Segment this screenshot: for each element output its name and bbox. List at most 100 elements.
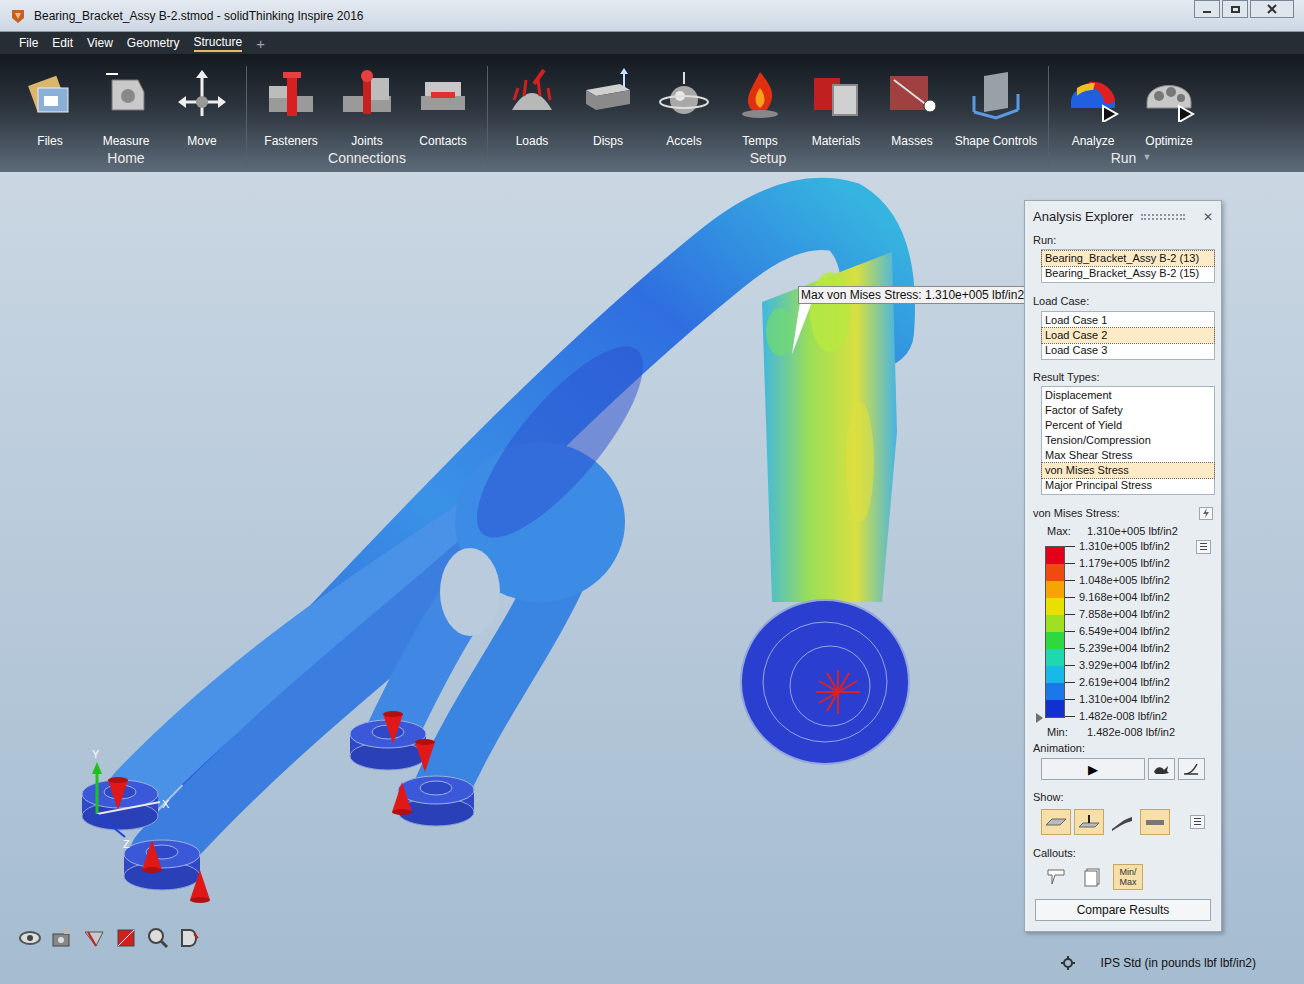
result-type-list-item[interactable]: Factor of Safety xyxy=(1042,403,1214,418)
load-case-list: Load Case 1Load Case 2Load Case 3 xyxy=(1041,311,1215,360)
fasteners-icon xyxy=(263,66,319,122)
show-option-icon xyxy=(1110,813,1134,831)
ribbon-button[interactable]: Fasteners xyxy=(253,66,329,148)
run-list: Bearing_Bracket_Assy B-2 (13)Bearing_Bra… xyxy=(1041,249,1215,283)
speed-button[interactable] xyxy=(1148,758,1175,780)
curve-button[interactable] xyxy=(1178,758,1205,780)
ribbon-button[interactable]: Masses xyxy=(874,66,950,148)
callout-button[interactable] xyxy=(1077,864,1107,890)
rabbit-icon xyxy=(1152,762,1170,776)
minimize-button[interactable] xyxy=(1194,0,1220,18)
view-tool-icon[interactable] xyxy=(178,926,202,950)
svg-text:Y: Y xyxy=(92,748,100,760)
view-tool-icon[interactable] xyxy=(146,926,170,950)
ribbon-button[interactable]: Loads xyxy=(494,66,570,148)
close-window-button[interactable] xyxy=(1250,0,1294,18)
units-gear-icon[interactable] xyxy=(1061,956,1075,970)
view-tool-icon[interactable] xyxy=(50,926,74,950)
app-icon xyxy=(10,8,26,24)
menu-item[interactable]: Edit xyxy=(52,35,73,51)
ribbon-button[interactable]: Joints xyxy=(329,66,405,148)
color-segment xyxy=(1046,564,1064,581)
lightning-icon[interactable] xyxy=(1199,507,1213,520)
ribbon-button[interactable]: Accels xyxy=(646,66,722,148)
color-segment xyxy=(1046,598,1064,615)
animation-label: Animation: xyxy=(1025,740,1221,757)
ribbon-separator xyxy=(1048,66,1049,166)
result-type-list-item[interactable]: Tension/Compression xyxy=(1042,433,1214,448)
menu-item[interactable]: Geometry xyxy=(127,35,180,51)
result-type-list-item[interactable]: Displacement xyxy=(1042,388,1214,403)
ribbon-button[interactable]: Move xyxy=(164,66,240,148)
show-option-icon xyxy=(1143,813,1167,831)
close-button[interactable]: ✕ xyxy=(1203,211,1213,223)
ribbon-group: FastenersJointsContacts Connections xyxy=(253,66,481,166)
color-bar xyxy=(1045,546,1065,718)
ribbon-button[interactable]: Disps xyxy=(570,66,646,148)
add-ribbon-button[interactable]: + xyxy=(256,36,265,51)
menu-item[interactable]: View xyxy=(87,35,113,51)
result-type-list-item[interactable]: Major Principal Stress xyxy=(1042,478,1214,493)
run-list-item[interactable]: Bearing_Bracket_Assy B-2 (13) xyxy=(1042,251,1214,266)
ribbon-button[interactable]: Analyze xyxy=(1055,66,1131,148)
view-tool-icon[interactable] xyxy=(82,926,106,950)
ribbon-button[interactable]: Optimize xyxy=(1131,66,1207,148)
load-case-list-item[interactable]: Load Case 1 xyxy=(1042,313,1214,328)
panel-header: Analysis Explorer✕ xyxy=(1025,201,1221,230)
masses-icon xyxy=(884,66,940,122)
ribbon-button[interactable]: Measure xyxy=(88,66,164,148)
window-title: Bearing_Bracket_Assy B-2.stmod - solidTh… xyxy=(34,7,364,25)
compare-results-button[interactable]: Compare Results xyxy=(1035,899,1211,921)
load-case-list-item[interactable]: Load Case 3 xyxy=(1042,343,1214,358)
menu-item[interactable]: File xyxy=(19,35,38,51)
play-button[interactable]: ▶ xyxy=(1041,758,1145,780)
run-list-item[interactable]: Bearing_Bracket_Assy B-2 (15) xyxy=(1042,266,1214,281)
ribbon-button[interactable]: Materials xyxy=(798,66,874,148)
menu-item[interactable]: Structure xyxy=(194,34,243,52)
ribbon-group-label: Connections xyxy=(328,150,406,166)
title-bar: Bearing_Bracket_Assy B-2.stmod - solidTh… xyxy=(0,0,1304,32)
group-dropdown[interactable]: ▼ xyxy=(1142,151,1151,165)
legend-title: von Mises Stress: xyxy=(1033,505,1120,522)
view-tool-icon[interactable] xyxy=(114,926,138,950)
base-cylinder xyxy=(398,776,474,826)
close-icon xyxy=(1267,4,1277,14)
callout-button[interactable]: Min/Max xyxy=(1113,864,1143,890)
maximize-button[interactable] xyxy=(1222,0,1248,18)
analyze-icon xyxy=(1065,66,1121,122)
grip-icon[interactable] xyxy=(1141,214,1185,220)
ribbon-group-label: Home xyxy=(107,150,144,166)
ribbon-button[interactable]: Files xyxy=(12,66,88,148)
result-type-list-item[interactable]: von Mises Stress xyxy=(1042,463,1214,478)
view-tool-icon[interactable] xyxy=(18,926,42,950)
result-type-list-item[interactable]: Max Shear Stress xyxy=(1042,448,1214,463)
legend-tick: 9.168e+004 lbf/in2 xyxy=(1065,589,1170,606)
shape-controls-icon xyxy=(968,66,1024,122)
min-value: 1.482e-008 lbf/in2 xyxy=(1087,725,1175,739)
show-menu-icon[interactable] xyxy=(1190,815,1205,829)
legend-tick: 7.858e+004 lbf/in2 xyxy=(1065,606,1170,623)
ribbon-button[interactable]: Temps xyxy=(722,66,798,148)
ribbon-button[interactable]: Contacts xyxy=(405,66,481,148)
load-case-list-item[interactable]: Load Case 2 xyxy=(1042,328,1214,343)
view-toolbar xyxy=(18,926,202,950)
show-toggle[interactable] xyxy=(1074,809,1104,835)
axis-triad: YXZ xyxy=(92,748,170,850)
legend-tick: 3.929e+004 lbf/in2 xyxy=(1065,657,1170,674)
callout-button[interactable] xyxy=(1041,864,1071,890)
ribbon-button[interactable]: Shape Controls xyxy=(950,66,1042,148)
show-toggle[interactable] xyxy=(1140,809,1170,835)
legend-menu-icon[interactable] xyxy=(1196,540,1211,554)
temps-icon xyxy=(732,66,788,122)
units-label[interactable]: IPS Std (in pounds lbf lbf/in2) xyxy=(1101,954,1256,972)
legend-tick: 5.239e+004 lbf/in2 xyxy=(1065,640,1170,657)
menu-bar: File Edit View Geometry Structure + xyxy=(0,32,1304,54)
show-toggle[interactable] xyxy=(1041,809,1071,835)
color-segment xyxy=(1046,649,1064,666)
result-type-list-item[interactable]: Percent of Yield xyxy=(1042,418,1214,433)
callout-icon xyxy=(1046,867,1066,887)
callout-icon xyxy=(1082,867,1102,887)
show-toggle[interactable] xyxy=(1107,809,1137,835)
show-label: Show: xyxy=(1025,789,1221,806)
viewport[interactable]: YXZMax von Mises Stress: 1.310e+005 lbf/… xyxy=(0,172,1304,984)
